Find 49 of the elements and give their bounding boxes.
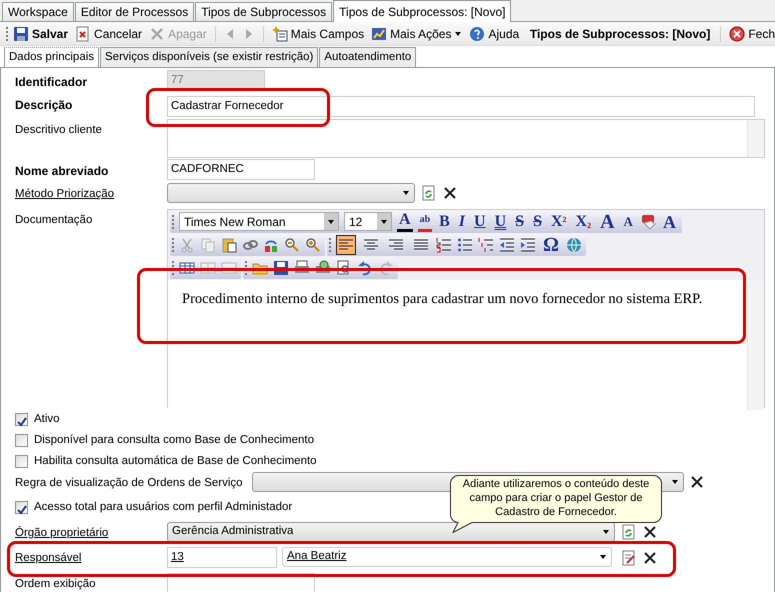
field-label: Nome abreviado bbox=[15, 163, 110, 180]
format-button[interactable]: I bbox=[456, 212, 468, 230]
checkbox-label: Ativo bbox=[34, 412, 60, 427]
dropdown[interactable]: Ana Beatriz bbox=[282, 547, 612, 567]
format-button[interactable]: A bbox=[660, 212, 678, 230]
field-link[interactable]: Responsável bbox=[15, 547, 167, 568]
font-select[interactable]: Times New Roman bbox=[179, 212, 339, 231]
callout-tooltip: Adiante utilizaremos o conteúdo deste campo para criar o papel Gestor de Cadastro de Fornecedor. bbox=[450, 475, 662, 533]
save-button[interactable]: Salvar bbox=[11, 24, 70, 44]
help-button[interactable]: Ajuda bbox=[467, 24, 522, 44]
field-label: Descrição bbox=[15, 97, 74, 114]
format-button[interactable]: S bbox=[513, 212, 526, 230]
symbol-button[interactable]: Ω bbox=[541, 236, 562, 254]
tab[interactable]: Dados principais bbox=[4, 46, 100, 67]
tab[interactable]: Tipos de Subprocessos bbox=[195, 2, 332, 21]
format-button[interactable]: A bbox=[622, 212, 635, 230]
field-label: Regra de visualização de Ordens de Serviço bbox=[15, 476, 243, 491]
tab[interactable]: Autoatendimento bbox=[319, 46, 416, 67]
field-label: Ordem exibição bbox=[15, 577, 97, 592]
format-button[interactable]: S bbox=[531, 212, 544, 230]
size-select[interactable]: 12 bbox=[344, 212, 392, 231]
format-button[interactable]: B bbox=[437, 212, 452, 230]
code-field[interactable]: 13 bbox=[167, 547, 277, 568]
checkbox-label: Acesso total para usuários com perfil Administador bbox=[34, 500, 292, 515]
fields-button[interactable]: Mais Campos bbox=[270, 24, 366, 44]
format-button[interactable]: X$^{2}$ bbox=[548, 212, 569, 230]
field-link[interactable]: Órgão proprietário bbox=[15, 522, 167, 542]
close-button[interactable]: Fech bbox=[727, 24, 775, 44]
checkbox-label: Habilita consulta automática de Base de Conhecimento bbox=[34, 454, 317, 469]
format-button[interactable]: X$_{2}$ bbox=[574, 212, 594, 230]
actions-button[interactable]: Mais Ações bbox=[369, 24, 464, 44]
context-title: Tipos de Subprocessos: [Novo] bbox=[530, 26, 710, 42]
field-link[interactable]: Método Priorização bbox=[15, 183, 167, 204]
cancel-button[interactable]: Cancelar bbox=[73, 24, 144, 44]
tab[interactable]: Tipos de Subprocessos: [Novo] bbox=[333, 0, 512, 22]
format-button[interactable]: A bbox=[598, 212, 617, 230]
text-field[interactable]: CADFORNEC bbox=[167, 159, 315, 180]
tab[interactable]: Editor de Processos bbox=[74, 2, 194, 21]
text-field[interactable]: Cadastrar Fornecedor bbox=[167, 96, 755, 117]
checkbox-label: Disponível para consulta como Base de Conhecimento bbox=[34, 433, 314, 448]
dropdown[interactable]: Gerência Administrativa bbox=[167, 522, 615, 542]
format-button[interactable]: U bbox=[492, 212, 508, 230]
format-button[interactable]: U bbox=[472, 212, 488, 230]
field-label: Descritivo cliente bbox=[15, 123, 103, 138]
tab[interactable]: Workspace bbox=[2, 2, 74, 21]
field-label: Identificador bbox=[15, 74, 88, 91]
tab[interactable]: Serviços disponíveis (se existir restrição) bbox=[100, 46, 318, 67]
document-text: Procedimento interno de suprimentos para cadastrar um novo fornecedor no sistema ERP. bbox=[182, 290, 704, 309]
field-label: Documentação bbox=[15, 213, 94, 228]
